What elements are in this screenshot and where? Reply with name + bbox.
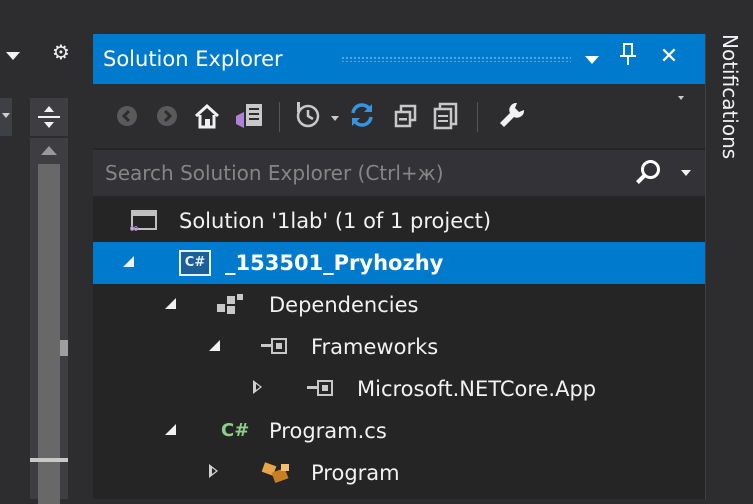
toolbar-overflow-icon[interactable] — [678, 96, 684, 100]
framework-icon — [261, 334, 293, 360]
gear-icon[interactable]: ⚙ — [52, 42, 70, 62]
sync-icon — [351, 103, 373, 127]
tree-item-label: Program — [311, 461, 400, 485]
splitter-bar-icon — [38, 116, 60, 118]
back-arrow-icon — [117, 106, 137, 126]
back-button[interactable] — [113, 100, 141, 132]
csharp-file-icon: C# — [221, 420, 250, 441]
toolbar-separator — [279, 102, 280, 132]
editor-toolbar: ⚙ — [0, 34, 88, 86]
tree-item-dependencies[interactable]: Dependencies — [93, 284, 705, 326]
collapse-all-button[interactable] — [391, 100, 421, 132]
pin-icon[interactable] — [617, 42, 639, 75]
expanded-arrow-icon[interactable] — [123, 254, 139, 270]
chevron-down-icon[interactable] — [6, 52, 20, 60]
tree-item-label: Dependencies — [269, 293, 419, 317]
window-menu-dropdown-icon[interactable] — [585, 56, 599, 64]
pin-icon-svg — [620, 43, 636, 65]
tree-item-label: _153501_Pryhozhy — [225, 251, 444, 275]
tree-item-program-cs[interactable]: C# Program.cs — [93, 410, 705, 452]
search-button[interactable] — [633, 158, 673, 188]
solution-explorer-titlebar[interactable]: Solution Explorer ✕ — [93, 34, 705, 84]
show-all-files-icon — [433, 102, 458, 130]
tree-item-frameworks[interactable]: Frameworks — [93, 326, 705, 368]
properties-button[interactable] — [495, 100, 529, 132]
tree-item-project[interactable]: C# _153501_Pryhozhy — [93, 242, 705, 284]
search-icon-handle — [636, 174, 646, 184]
wrench-icon — [500, 102, 525, 127]
collapsed-arrow-icon[interactable] — [207, 464, 223, 480]
scroll-marker — [60, 340, 68, 356]
top-strip — [0, 0, 753, 34]
arrow-up-icon — [44, 106, 54, 112]
tree-item-program-class[interactable]: Program — [93, 452, 705, 494]
sync-with-active-document-button[interactable] — [345, 100, 379, 132]
solution-tree: ∞ Solution '1lab' (1 of 1 project) C# _1… — [93, 200, 705, 500]
editor-side-pane: ⚙ — [0, 34, 88, 504]
collapsed-arrow-icon[interactable] — [251, 380, 267, 396]
expanded-arrow-icon[interactable] — [209, 338, 225, 354]
history-icon — [296, 102, 320, 128]
framework-reference-icon — [307, 376, 339, 402]
toolbar-separator — [477, 102, 478, 132]
tree-item-label: Program.cs — [269, 419, 387, 443]
close-icon[interactable]: ✕ — [657, 42, 681, 72]
home-button[interactable] — [191, 100, 223, 132]
forward-button[interactable] — [153, 100, 181, 132]
search-options-dropdown-icon[interactable] — [681, 170, 691, 176]
scrollbar-thumb[interactable] — [38, 164, 60, 504]
expanded-arrow-icon[interactable] — [165, 296, 181, 312]
navigation-dropdown[interactable] — [0, 98, 12, 136]
csharp-project-icon: C# — [179, 250, 211, 276]
vertical-scrollbar[interactable] — [30, 138, 68, 504]
split-window-button[interactable] — [30, 98, 68, 136]
expanded-arrow-icon[interactable] — [165, 422, 181, 438]
notifications-tab[interactable]: Notifications — [716, 34, 744, 234]
scroll-position-line — [30, 458, 68, 462]
chevron-down-icon[interactable] — [331, 116, 339, 121]
solution-explorer-toolbar — [93, 84, 705, 148]
tree-item-netcore-app[interactable]: Microsoft.NETCore.App — [93, 368, 705, 410]
pending-changes-filter-button[interactable] — [291, 100, 325, 132]
solution-explorer-window: Solution Explorer ✕ Search Solution Expl… — [93, 34, 705, 499]
collapse-all-icon — [394, 104, 417, 128]
show-all-files-button[interactable] — [431, 100, 461, 132]
tree-item-label: Microsoft.NETCore.App — [357, 377, 597, 401]
notifications-side-panel: Notifications — [705, 34, 753, 499]
tree-item-label: Frameworks — [311, 335, 439, 359]
forward-arrow-icon — [157, 106, 177, 126]
search-box[interactable] — [93, 150, 705, 196]
switch-views-button[interactable] — [233, 100, 267, 132]
drag-grip[interactable] — [341, 56, 571, 62]
scroll-up-icon[interactable] — [41, 146, 57, 155]
class-icon — [261, 460, 295, 486]
home-icon — [194, 103, 220, 129]
arrow-down-icon — [44, 122, 54, 128]
search-input[interactable] — [93, 150, 613, 196]
solution-icon: ∞ — [129, 208, 161, 234]
switch-views-icon — [236, 104, 262, 128]
tree-item-label: Solution '1lab' (1 of 1 project) — [179, 209, 492, 233]
dependencies-icon — [217, 292, 245, 318]
tree-item-solution[interactable]: ∞ Solution '1lab' (1 of 1 project) — [93, 200, 705, 242]
window-title: Solution Explorer — [103, 47, 283, 71]
chevron-down-icon — [2, 113, 10, 118]
